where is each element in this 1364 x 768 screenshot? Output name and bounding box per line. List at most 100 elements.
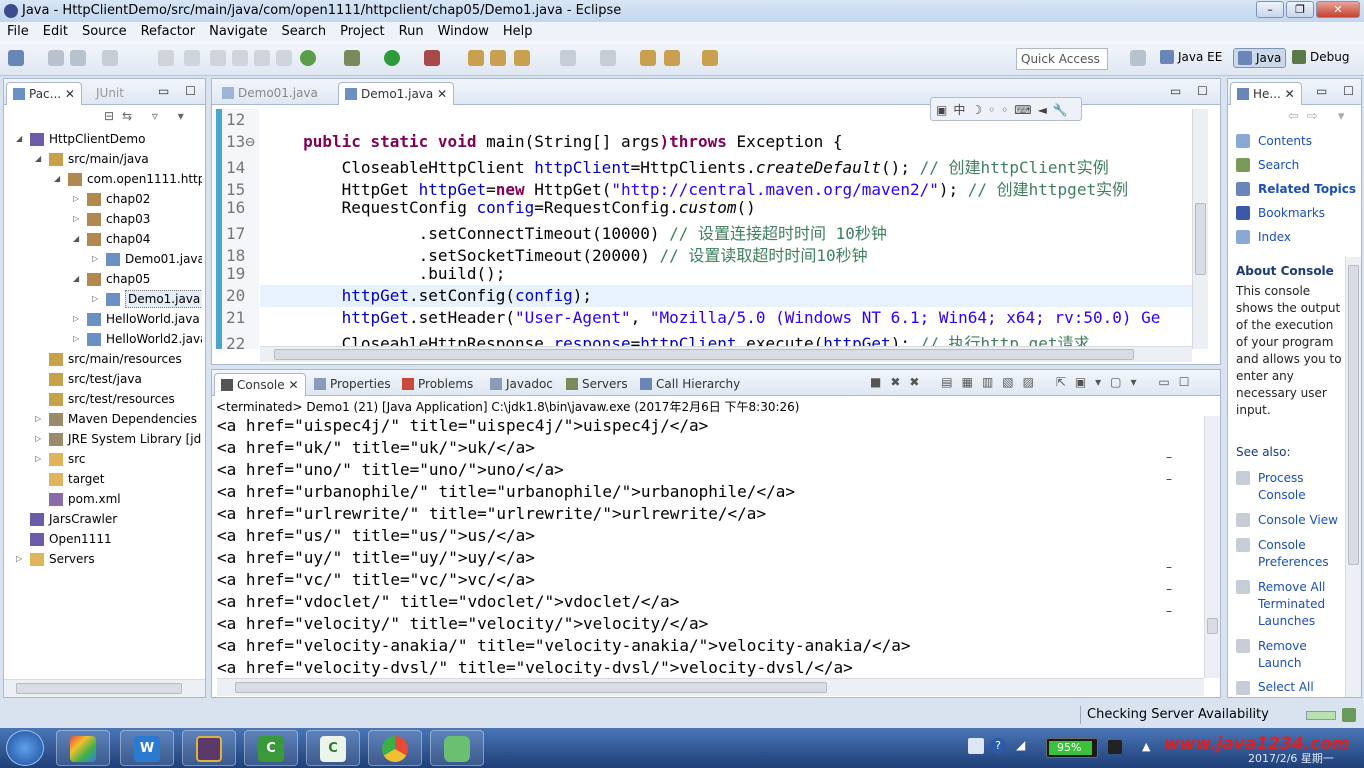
tree-item[interactable]: target — [4, 469, 202, 489]
tree-item[interactable]: ▷ HelloWorld2.java — [4, 329, 202, 349]
view-min-max[interactable]: ▭ ☐ — [158, 84, 202, 98]
battery-widget[interactable]: 95% — [1046, 738, 1098, 758]
code-view[interactable]: 12 13⊖ public static void main(String[] … — [226, 109, 1192, 349]
help-link-index[interactable]: Index — [1258, 230, 1291, 244]
quick-access-input[interactable]: Quick Access — [1016, 48, 1108, 70]
help-link-process-console[interactable]: Process Console — [1258, 470, 1338, 504]
debug-icon[interactable] — [344, 50, 360, 66]
console-output[interactable]: <a href="uispec4j/" title="uispec4j/">ui… — [217, 416, 1192, 678]
open-type-icon[interactable] — [490, 50, 506, 66]
collapse-arrow-icon[interactable]: ◢ — [54, 169, 64, 189]
perspective-java[interactable]: Java — [1233, 48, 1287, 68]
progress-view-icon[interactable] — [1342, 708, 1356, 722]
tab-servers[interactable]: Servers — [560, 373, 634, 396]
new-package-icon[interactable] — [468, 50, 484, 66]
terminate-icon[interactable] — [254, 50, 270, 66]
help-link-select-all[interactable]: Select All — [1258, 680, 1314, 694]
menu-edit[interactable]: Edit — [36, 22, 75, 41]
tab-javadoc[interactable]: Javadoc — [484, 373, 559, 396]
help-link-bookmarks[interactable]: Bookmarks — [1258, 206, 1325, 220]
menu-source[interactable]: Source — [75, 22, 134, 41]
menu-navigate[interactable]: Navigate — [202, 22, 274, 41]
tab-properties[interactable]: Properties — [308, 373, 397, 396]
tree-item[interactable]: ◢ HttpClientDemo — [4, 129, 202, 149]
expand-arrow-icon[interactable]: ▷ — [73, 189, 83, 209]
refresh-server-icon[interactable] — [300, 50, 316, 66]
taskbar-app-colors[interactable] — [56, 730, 110, 766]
menu-help[interactable]: Help — [496, 22, 540, 41]
tree-item[interactable]: Open1111 — [4, 529, 202, 549]
collapse-link-icons[interactable]: ⊟⇆ ▿ ▾ — [104, 109, 192, 123]
taskbar-app-camtasia[interactable]: C — [244, 730, 298, 766]
open-task-icon[interactable] — [514, 50, 530, 66]
collapse-arrow-icon[interactable]: ◢ — [35, 149, 45, 169]
menu-window[interactable]: Window — [431, 22, 496, 41]
tree-item[interactable]: ▷ src — [4, 449, 202, 469]
suspend-icon[interactable] — [232, 50, 248, 66]
help-link-contents[interactable]: Contents — [1258, 134, 1312, 148]
expand-arrow-icon[interactable]: ▷ — [35, 449, 45, 469]
expand-arrow-icon[interactable]: ▷ — [35, 409, 45, 429]
menu-project[interactable]: Project — [333, 22, 391, 41]
save-icon[interactable] — [48, 50, 64, 66]
expand-arrow-icon[interactable]: ▷ — [73, 329, 83, 349]
tab-problems[interactable]: Problems — [396, 373, 479, 396]
disconnect-icon[interactable] — [276, 50, 292, 66]
console-toolbar-icons[interactable]: ■✖✖ ▤▦▥▧▨ ⇱▣▾▢▾ ▭☐ — [870, 375, 1198, 389]
tree-item[interactable]: ▷ HelloWorld.java — [4, 309, 202, 329]
scroll-thumb[interactable] — [16, 683, 182, 694]
close-button[interactable]: ✕ — [1316, 1, 1360, 18]
taskbar-app-writer[interactable]: W — [120, 730, 174, 766]
expand-arrow-icon[interactable]: ▷ — [73, 209, 83, 229]
help-link-remove-all-terminated[interactable]: Remove All Terminated Launches — [1258, 579, 1338, 630]
menu-run[interactable]: Run — [392, 22, 431, 41]
maximize-button[interactable]: ❐ — [1286, 1, 1314, 18]
open-perspective-icon[interactable] — [1130, 50, 1146, 66]
back-icon[interactable] — [664, 50, 680, 66]
console-v-scrollbar[interactable] — [1204, 416, 1220, 678]
help-link-remove-launch[interactable]: Remove Launch — [1258, 638, 1338, 672]
tray-arrow-icon[interactable]: ▲ — [1142, 740, 1150, 753]
help-nav-arrows[interactable]: ⇦⇨ ▾ — [1288, 109, 1352, 124]
expand-arrow-icon[interactable]: ▷ — [16, 549, 26, 569]
tab-package-explorer[interactable]: Pac... ✕ — [6, 82, 82, 105]
tree-item[interactable]: src/test/resources — [4, 389, 202, 409]
help-link-console-view[interactable]: Console View — [1258, 512, 1344, 529]
run-icon[interactable] — [384, 50, 400, 66]
tab-console[interactable]: Console ✕ — [214, 373, 306, 396]
tree-item[interactable]: src/test/java — [4, 369, 202, 389]
collapse-arrow-icon[interactable]: ◢ — [73, 229, 83, 249]
tray-expand-icon[interactable]: ◢ — [1016, 738, 1025, 752]
help-v-scrollbar[interactable] — [1345, 257, 1361, 697]
collapse-arrow-icon[interactable]: ◢ — [73, 269, 83, 289]
tray-help-icon[interactable]: ? — [990, 738, 1006, 754]
help-min-max[interactable]: ▭ ☐ — [1316, 84, 1360, 98]
tree-item[interactable]: ▷ chap03 — [4, 209, 202, 229]
editor-min-max[interactable]: ▭ ☐ — [1170, 84, 1214, 98]
expand-arrow-icon[interactable]: ▷ — [92, 249, 102, 269]
tab-demo01-java[interactable]: Demo01.java — [216, 82, 324, 105]
scroll-thumb[interactable] — [274, 349, 1134, 360]
menu-file[interactable]: File — [0, 22, 36, 41]
tree-item[interactable]: ▷ Maven Dependencies — [4, 409, 202, 429]
menu-refactor[interactable]: Refactor — [134, 22, 203, 41]
taskbar-app-game[interactable] — [182, 730, 236, 766]
tree-item[interactable]: ◢ com.open1111.httpc — [4, 169, 202, 189]
expand-arrow-icon[interactable]: ▷ — [73, 309, 83, 329]
taskbar-app-camtasia-recorder[interactable]: C — [306, 730, 360, 766]
menu-search[interactable]: Search — [274, 22, 333, 41]
minimize-button[interactable]: – — [1256, 1, 1284, 18]
explorer-h-scrollbar[interactable] — [4, 679, 205, 697]
editor-h-scrollbar[interactable] — [260, 346, 1192, 362]
taskbar-app-save[interactable] — [430, 730, 484, 766]
expand-arrow-icon[interactable]: ▷ — [92, 289, 102, 309]
help-link-related-topics[interactable]: Related Topics — [1258, 182, 1356, 196]
new-icon[interactable] — [8, 50, 24, 66]
perspective-java-ee[interactable]: Java EE — [1160, 50, 1222, 64]
tree-item[interactable]: ▷ Servers — [4, 549, 202, 569]
annotation-icon[interactable] — [560, 50, 576, 66]
expand-arrow-icon[interactable]: ▷ — [35, 429, 45, 449]
tab-help[interactable]: He... ✕ — [1230, 82, 1302, 105]
forward-icon[interactable] — [702, 50, 718, 66]
scroll-thumb[interactable] — [1195, 203, 1206, 275]
